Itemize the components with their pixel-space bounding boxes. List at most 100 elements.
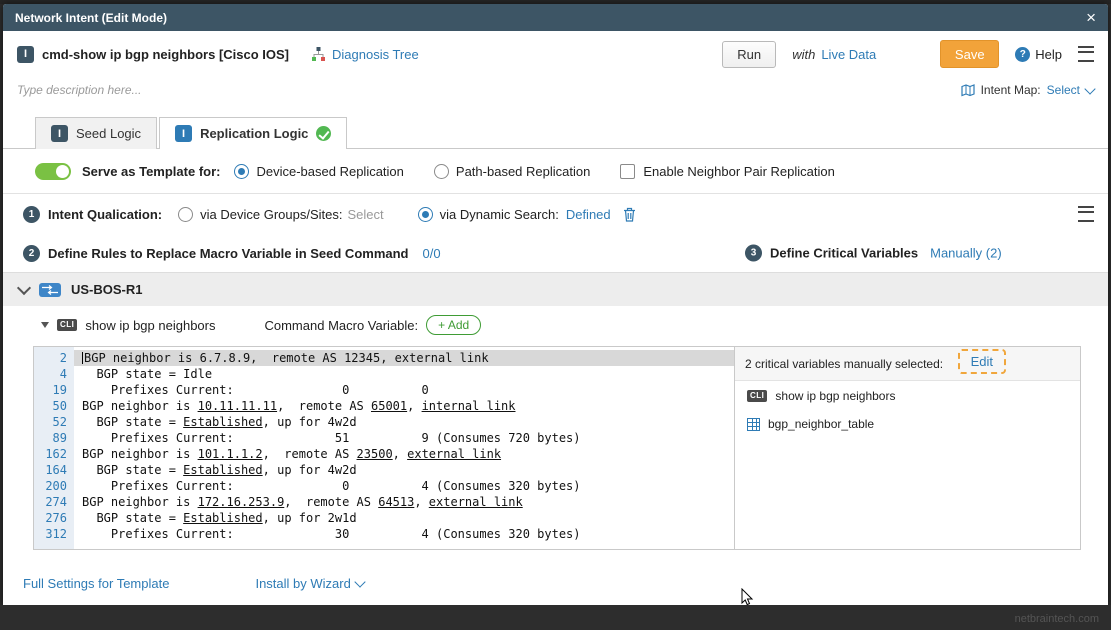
step3-group: 3 Define Critical Variables Manually (2) — [745, 245, 1002, 262]
menu-icon[interactable] — [1078, 46, 1094, 62]
step3-label: Define Critical Variables — [770, 246, 918, 261]
live-data-link[interactable]: Live Data — [821, 47, 876, 62]
step2-count[interactable]: 0/0 — [423, 246, 441, 261]
code-line[interactable]: 200 Prefixes Current: 0 4 (Consumes 320 … — [34, 478, 734, 494]
expand-triangle-icon[interactable] — [41, 322, 49, 328]
code-line-text[interactable]: BGP neighbor is 101.1.1.2, remote AS 235… — [74, 446, 734, 462]
code-line-text[interactable]: BGP state = Established, up for 4w2d — [74, 462, 734, 478]
code-line-text[interactable]: BGP state = Established, up for 2w1d — [74, 510, 734, 526]
trash-icon[interactable] — [623, 207, 636, 222]
code-line[interactable]: 164 BGP state = Established, up for 4w2d — [34, 462, 734, 478]
critical-variables-panel: 2 critical variables manually selected: … — [735, 347, 1080, 549]
line-number: 52 — [34, 414, 74, 430]
code-line-text[interactable]: Prefixes Current: 0 4 (Consumes 320 byte… — [74, 478, 734, 494]
code-line[interactable]: 162BGP neighbor is 101.1.1.2, remote AS … — [34, 446, 734, 462]
variable-token[interactable]: 65001 — [371, 399, 407, 413]
code-line[interactable]: 89 Prefixes Current: 51 9 (Consumes 720 … — [34, 430, 734, 446]
section-menu-icon[interactable] — [1078, 206, 1094, 222]
help-button[interactable]: ? Help — [1015, 47, 1062, 62]
variable-token[interactable]: external link — [429, 495, 523, 509]
network-intent-dialog: Network Intent (Edit Mode) × I cmd-show … — [3, 4, 1108, 605]
description-input[interactable]: Type description here... — [17, 83, 142, 97]
code-line-text[interactable]: Prefixes Current: 51 9 (Consumes 720 byt… — [74, 430, 734, 446]
diagnosis-tree-button[interactable]: Diagnosis Tree — [311, 47, 419, 62]
tab-seed-logic[interactable]: I Seed Logic — [35, 117, 157, 149]
serve-as-template-toggle[interactable] — [35, 163, 71, 180]
code-line[interactable]: 2BGP neighbor is 6.7.8.9, remote AS 1234… — [34, 350, 734, 366]
critical-variable-label: bgp_neighbor_table — [768, 417, 874, 431]
collapse-chevron-icon[interactable] — [17, 280, 31, 294]
critical-variable-list: CLIshow ip bgp neighbors bgp_neighbor_tab… — [735, 381, 1080, 437]
code-line[interactable]: 19 Prefixes Current: 0 0 — [34, 382, 734, 398]
device-groups-label: via Device Groups/Sites: — [200, 207, 342, 222]
critical-variable-item[interactable]: bgp_neighbor_table — [735, 409, 1080, 437]
run-button[interactable]: Run — [722, 41, 776, 68]
intent-map-value[interactable]: Select — [1047, 83, 1080, 97]
code-line-text[interactable]: BGP state = Idle — [74, 366, 734, 382]
close-icon[interactable]: × — [1086, 9, 1096, 26]
critical-variable-item[interactable]: CLIshow ip bgp neighbors — [735, 381, 1080, 409]
help-icon: ? — [1015, 47, 1030, 62]
code-line-text[interactable]: Prefixes Current: 0 0 — [74, 382, 734, 398]
line-number: 162 — [34, 446, 74, 462]
serve-as-template-label: Serve as Template for: — [82, 164, 220, 179]
code-line[interactable]: 52 BGP state = Established, up for 4w2d — [34, 414, 734, 430]
tab-replication-logic[interactable]: I Replication Logic — [159, 117, 347, 149]
line-number: 19 — [34, 382, 74, 398]
code-line-text[interactable]: BGP neighbor is 10.11.11.11, remote AS 6… — [74, 398, 734, 414]
line-number: 312 — [34, 526, 74, 542]
neighbor-pair-checkbox[interactable] — [620, 164, 635, 179]
variable-token[interactable]: 64513 — [378, 495, 414, 509]
intent-icon: I — [17, 46, 34, 63]
step2-label: Define Rules to Replace Macro Variable i… — [48, 246, 409, 261]
seed-logic-icon: I — [51, 125, 68, 142]
variable-token[interactable]: Established — [183, 463, 262, 477]
code-line-text[interactable]: Prefixes Current: 30 4 (Consumes 320 byt… — [74, 526, 734, 542]
watermark-text: netbraintech.com — [1015, 613, 1099, 625]
device-section-header[interactable]: US-BOS-R1 — [3, 272, 1108, 306]
install-by-wizard-link[interactable]: Install by Wizard — [255, 576, 363, 591]
variable-token[interactable]: 101.1.1.2 — [198, 447, 263, 461]
device-groups-value[interactable]: Select — [347, 207, 383, 222]
variable-token[interactable]: Established — [183, 415, 262, 429]
critical-variables-summary: 2 critical variables manually selected: — [745, 357, 943, 371]
cli-badge: CLI — [57, 319, 77, 331]
save-button[interactable]: Save — [940, 40, 999, 68]
device-name: US-BOS-R1 — [71, 282, 143, 297]
device-groups-radio[interactable] — [178, 207, 193, 222]
variable-token[interactable]: external link — [407, 447, 501, 461]
code-line-text[interactable]: BGP neighbor is 6.7.8.9, remote AS 12345… — [74, 350, 734, 366]
variable-token[interactable]: internal link — [422, 399, 516, 413]
code-line[interactable]: 50BGP neighbor is 10.11.11.11, remote AS… — [34, 398, 734, 414]
path-based-radio[interactable] — [434, 164, 449, 179]
code-line[interactable]: 276 BGP state = Established, up for 2w1d — [34, 510, 734, 526]
path-based-label: Path-based Replication — [456, 164, 590, 179]
line-number: 276 — [34, 510, 74, 526]
step3-value[interactable]: Manually (2) — [930, 246, 1002, 261]
add-macro-button[interactable]: + Add — [426, 315, 481, 335]
device-based-radio[interactable] — [234, 164, 249, 179]
intent-map-control[interactable]: Intent Map: Select — [961, 83, 1094, 97]
code-line[interactable]: 274BGP neighbor is 172.16.253.9, remote … — [34, 494, 734, 510]
step1-badge: 1 — [23, 206, 40, 223]
tab-seed-logic-label: Seed Logic — [76, 126, 141, 141]
code-line[interactable]: 4 BGP state = Idle — [34, 366, 734, 382]
variable-token[interactable]: Established — [183, 511, 262, 525]
tab-replication-logic-label: Replication Logic — [200, 126, 308, 141]
variable-token[interactable]: 23500 — [357, 447, 393, 461]
variable-token[interactable]: 10.11.11.11 — [198, 399, 277, 413]
diagnosis-tree-label: Diagnosis Tree — [332, 47, 419, 62]
code-line-text[interactable]: BGP state = Established, up for 4w2d — [74, 414, 734, 430]
code-lines: 2BGP neighbor is 6.7.8.9, remote AS 1234… — [34, 347, 735, 549]
code-line[interactable]: 312 Prefixes Current: 30 4 (Consumes 320… — [34, 526, 734, 542]
edit-link[interactable]: Edit — [971, 354, 993, 369]
full-settings-link[interactable]: Full Settings for Template — [23, 576, 169, 591]
variable-token[interactable]: 172.16.253.9 — [198, 495, 285, 509]
dynamic-search-label: via Dynamic Search: — [440, 207, 559, 222]
code-line-text[interactable]: BGP neighbor is 172.16.253.9, remote AS … — [74, 494, 734, 510]
intent-map-label: Intent Map: — [981, 83, 1041, 97]
dialog-titlebar: Network Intent (Edit Mode) × — [3, 4, 1108, 31]
device-based-label: Device-based Replication — [256, 164, 403, 179]
dynamic-search-radio[interactable] — [418, 207, 433, 222]
dynamic-search-value[interactable]: Defined — [566, 207, 611, 222]
